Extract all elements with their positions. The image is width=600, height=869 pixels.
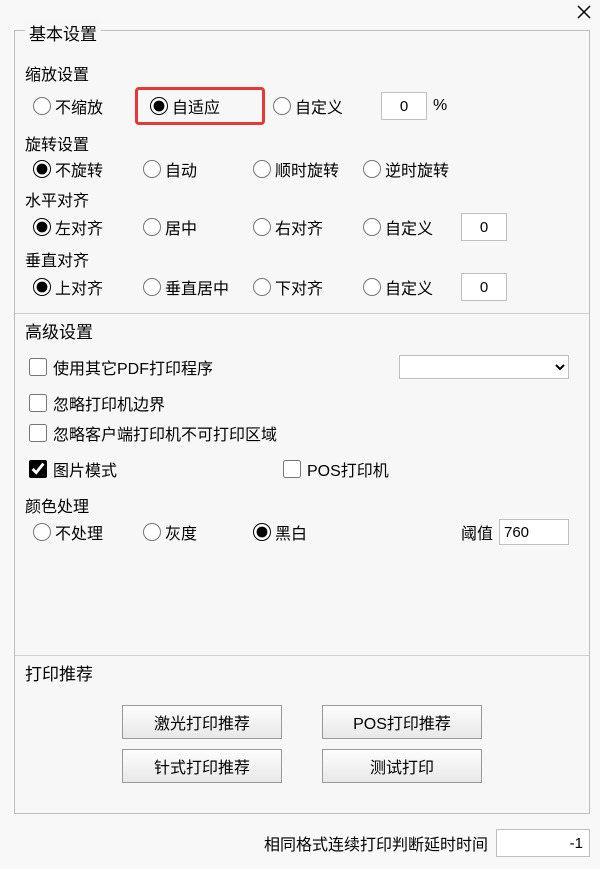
color-bw[interactable]: 黑白 — [245, 520, 355, 544]
btn-pos[interactable]: POS打印推荐 — [322, 705, 482, 739]
color-gray[interactable]: 灰度 — [135, 520, 245, 544]
footer-label: 相同格式连续打印判断延时时间 — [264, 831, 488, 855]
pdf-program-select[interactable] — [399, 355, 569, 379]
scale-fit[interactable]: 自适应 — [135, 87, 265, 125]
chk-ignore-client[interactable]: 忽略客户端打印机不可打印区域 — [29, 421, 579, 445]
divider2 — [15, 655, 589, 656]
color-label: 颜色处理 — [25, 493, 579, 517]
rotate-cw[interactable]: 顺时旋转 — [245, 157, 355, 181]
settings-panel: 基本设置 缩放设置 不缩放 自适应 自定义 % 旋转设置 不旋转 自动 顺时旋转… — [14, 30, 590, 814]
valign-custom[interactable]: 自定义 — [355, 275, 455, 299]
halign-left[interactable]: 左对齐 — [25, 215, 135, 239]
valign-bottom[interactable]: 下对齐 — [245, 275, 355, 299]
close-icon[interactable] — [576, 4, 592, 20]
divider — [15, 313, 589, 314]
valign-label: 垂直对齐 — [25, 247, 579, 271]
rotate-none[interactable]: 不旋转 — [25, 157, 135, 181]
rotate-auto[interactable]: 自动 — [135, 157, 245, 181]
chk-pos-printer[interactable]: POS打印机 — [283, 457, 389, 481]
btn-test[interactable]: 测试打印 — [322, 749, 482, 783]
threshold-value[interactable] — [499, 519, 569, 545]
btn-dot[interactable]: 针式打印推荐 — [122, 749, 282, 783]
scale-label: 缩放设置 — [25, 61, 579, 85]
threshold: 阈值 — [461, 519, 569, 545]
scale-custom[interactable]: 自定义 — [265, 94, 375, 118]
footer-value[interactable] — [496, 829, 590, 857]
scale-value[interactable] — [381, 92, 427, 120]
valign-center[interactable]: 垂直居中 — [135, 275, 245, 299]
scale-unit: % — [433, 97, 447, 115]
recommend-title: 打印推荐 — [25, 660, 579, 685]
valign-value[interactable] — [461, 273, 507, 301]
footer: 相同格式连续打印判断延时时间 — [14, 829, 590, 857]
halign-label: 水平对齐 — [25, 187, 579, 211]
chk-ignore-margin[interactable]: 忽略打印机边界 — [29, 391, 579, 415]
scale-none[interactable]: 不缩放 — [25, 94, 135, 118]
halign-value[interactable] — [461, 213, 507, 241]
halign-custom[interactable]: 自定义 — [355, 215, 455, 239]
rotate-label: 旋转设置 — [25, 131, 579, 155]
chk-image-mode[interactable]: 图片模式 — [29, 457, 279, 481]
valign-top[interactable]: 上对齐 — [25, 275, 135, 299]
chk-other-pdf[interactable]: 使用其它PDF打印程序 — [29, 355, 213, 379]
rotate-ccw[interactable]: 逆时旋转 — [355, 157, 465, 181]
btn-laser[interactable]: 激光打印推荐 — [122, 705, 282, 739]
basic-title: 基本设置 — [25, 20, 101, 45]
halign-center[interactable]: 居中 — [135, 215, 245, 239]
advanced-title: 高级设置 — [25, 318, 579, 343]
color-none[interactable]: 不处理 — [25, 520, 135, 544]
halign-right[interactable]: 右对齐 — [245, 215, 355, 239]
